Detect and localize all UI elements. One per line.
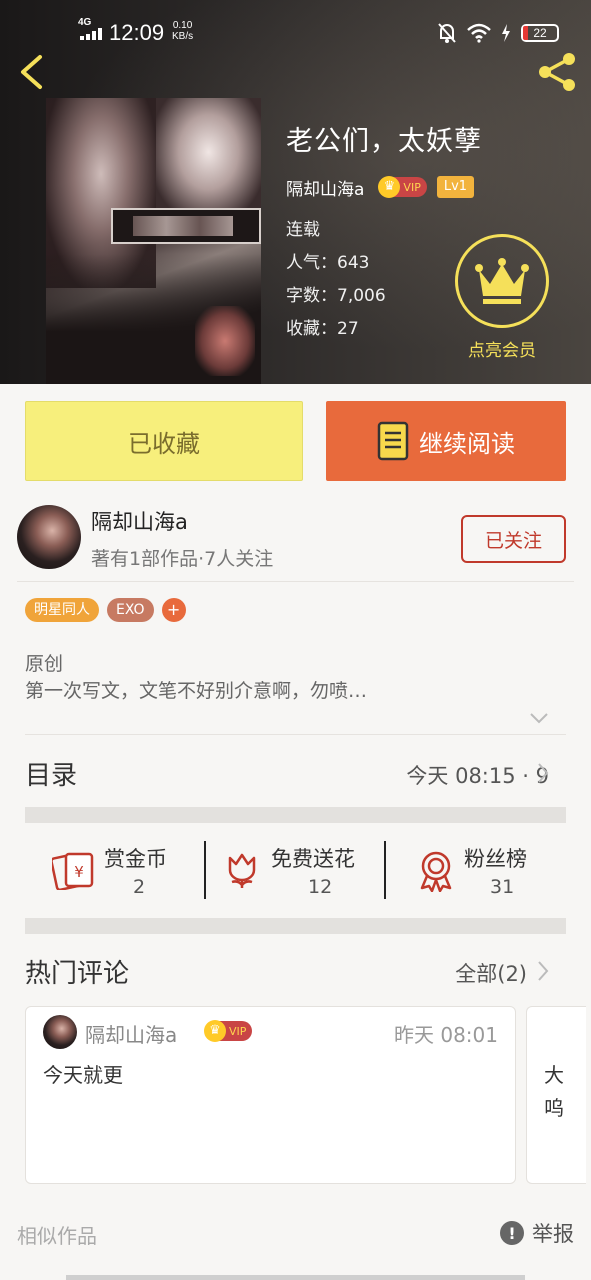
book-meta: 连载 人气：643 字数：7,006 收藏：27 xyxy=(286,214,482,346)
book-author-row: 隔却山海a ♛ VIP Lv1 xyxy=(286,174,482,200)
author-avatar[interactable] xyxy=(17,505,81,569)
book-popularity: 人气：643 xyxy=(286,253,370,273)
tag-item[interactable]: 明星同人 xyxy=(25,598,99,622)
divider xyxy=(17,581,574,582)
book-cover[interactable] xyxy=(46,98,261,384)
stat-label: 免费送花 xyxy=(271,847,355,871)
add-tag-button[interactable]: + xyxy=(161,598,186,622)
vip-badge: ♛ VIP xyxy=(378,176,427,198)
favorited-button[interactable]: 已收藏 xyxy=(25,401,303,481)
book-word-count: 字数：7,006 xyxy=(286,286,386,306)
book-status: 连载 xyxy=(286,220,320,240)
comment-card[interactable]: 大 呜 xyxy=(526,1006,586,1184)
mute-bell-icon xyxy=(438,23,456,43)
book-info: 老公们，太妖孽 隔却山海a ♛ VIP Lv1 连载 人气：643 字数：7,0… xyxy=(286,120,482,346)
status-bar: 4G 12:09 0.10 KB/s 22 xyxy=(0,0,591,52)
signal-icon xyxy=(80,28,104,40)
continue-reading-button[interactable]: 继续阅读 xyxy=(326,401,566,481)
svg-text:¥: ¥ xyxy=(74,863,84,881)
clock: 12:09 xyxy=(109,20,165,45)
tag-item[interactable]: EXO xyxy=(107,598,154,622)
chevron-right-icon[interactable] xyxy=(536,762,550,784)
hot-comments-label: 热门评论 xyxy=(25,959,130,989)
medal-icon xyxy=(420,851,452,892)
charging-icon xyxy=(502,24,510,42)
alert-icon: ! xyxy=(500,1221,524,1245)
similar-works-label: 相似作品 xyxy=(17,1224,97,1248)
comment-time: 昨天 08:01 xyxy=(394,1023,498,1047)
book-description[interactable]: 原创 第一次写文，文笔不好别介意啊，勿喷… xyxy=(25,651,367,705)
report-button[interactable]: ! 举报 xyxy=(500,1218,574,1248)
all-comments-link[interactable]: 全部(2) xyxy=(455,958,527,988)
back-button[interactable] xyxy=(14,52,50,92)
book-summary: 第一次写文，文笔不好别介意啊，勿喷… xyxy=(25,680,368,702)
stat-reward-coins[interactable]: ¥ 赏金币 2 xyxy=(52,840,192,900)
continue-reading-label: 继续阅读 xyxy=(419,429,515,458)
stat-free-flowers[interactable]: 免费送花 12 xyxy=(222,840,372,900)
chevron-down-icon[interactable] xyxy=(529,710,549,726)
follow-button[interactable]: 已关注 xyxy=(461,515,566,563)
comment-card[interactable]: 隔却山海a ♛ VIP 昨天 08:01 今天就更 xyxy=(25,1006,516,1184)
stat-label: 赏金币 xyxy=(104,847,167,871)
battery-indicator: 22 xyxy=(521,24,559,42)
chevron-left-icon xyxy=(21,55,42,89)
stat-value: 31 xyxy=(490,876,515,898)
vip-badge: ♛ VIP xyxy=(204,1020,253,1042)
author-subtitle: 著有1部作品·7人关注 xyxy=(91,548,274,570)
tag-list: 明星同人 EXO + xyxy=(25,598,186,622)
status-icons: 22 xyxy=(437,22,559,44)
wifi-icon xyxy=(467,23,491,43)
crown-icon: ♛ xyxy=(204,1020,226,1042)
network-speed: 0.10 KB/s xyxy=(172,20,194,42)
network-type: 4G xyxy=(78,17,92,28)
book-author[interactable]: 隔却山海a xyxy=(286,175,364,200)
comment-text: 大 呜 xyxy=(544,1063,564,1120)
book-type: 原创 xyxy=(25,653,64,675)
report-label: 举报 xyxy=(532,1222,574,1246)
commenter-avatar[interactable] xyxy=(43,1015,77,1049)
share-icon xyxy=(539,53,575,91)
comment-text: 今天就更 xyxy=(43,1063,123,1087)
crown-icon xyxy=(475,258,529,304)
level-badge: Lv1 xyxy=(436,176,475,198)
divider xyxy=(25,734,566,735)
stat-fan-rank[interactable]: 粉丝榜 31 xyxy=(416,840,556,900)
chevron-right-icon[interactable] xyxy=(536,960,550,982)
section-separator xyxy=(25,807,566,823)
share-button[interactable] xyxy=(535,50,579,94)
section-separator xyxy=(25,918,566,934)
stat-label: 粉丝榜 xyxy=(464,847,527,871)
author-name[interactable]: 隔却山海a xyxy=(91,506,188,536)
member-label[interactable]: 点亮会员 xyxy=(450,336,554,361)
commenter-name[interactable]: 隔却山海a xyxy=(85,1019,177,1048)
stat-divider xyxy=(204,841,206,899)
red-envelope-icon: ¥ xyxy=(52,852,94,890)
flower-icon xyxy=(228,853,256,888)
crown-icon: ♛ xyxy=(378,176,401,198)
book-icon xyxy=(377,421,409,461)
bottom-strip xyxy=(66,1275,525,1280)
stat-value: 2 xyxy=(133,876,146,898)
stat-divider xyxy=(384,841,386,899)
stat-value: 12 xyxy=(308,876,333,898)
book-title: 老公们，太妖孽 xyxy=(286,126,482,157)
member-button[interactable] xyxy=(455,234,549,328)
toc-label[interactable]: 目录 xyxy=(25,755,77,792)
toc-latest[interactable]: 今天 08:15 · 9 xyxy=(406,760,549,790)
